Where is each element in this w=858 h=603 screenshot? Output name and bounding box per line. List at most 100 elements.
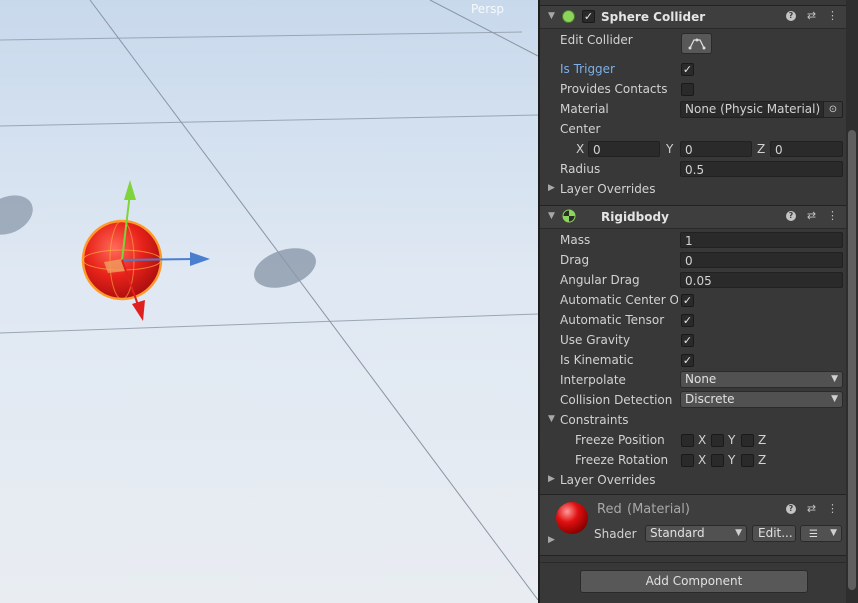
is-kinematic-checkbox[interactable]: ✓ [681,354,694,367]
mass-label: Mass [560,233,591,247]
scene-view[interactable]: Persp [0,0,538,603]
inspector-panel: ▼ ✓ Sphere Collider ? ⇄ ⋮ Edit Collider … [540,0,858,603]
freeze-position-x-checkbox[interactable] [681,434,694,447]
kebab-menu-icon[interactable]: ⋮ [827,209,838,223]
collision-detection-dropdown[interactable]: Discrete ▼ [680,391,843,408]
chevron-down-icon: ▼ [735,528,742,538]
help-icon[interactable]: ? [786,504,796,514]
provides-contacts-checkbox[interactable] [681,83,694,96]
presets-icon[interactable]: ⇄ [806,209,817,223]
scene-grid [0,0,538,601]
shader-value: Standard [650,526,705,540]
auto-center-checkbox[interactable]: ✓ [681,294,694,307]
edit-collider-button[interactable] [681,33,712,54]
provides-contacts-label: Provides Contacts [560,82,668,96]
interpolate-dropdown[interactable]: None ▼ [680,371,843,388]
drag-label: Drag [560,253,590,267]
freeze-position-label: Freeze Position [575,433,665,447]
rigidbody-icon [562,209,576,223]
use-gravity-label: Use Gravity [560,333,631,347]
freeze-rotation-x-checkbox[interactable] [681,454,694,467]
list-icon: ☰ [809,529,818,540]
shader-label: Shader [594,527,637,541]
scene-view-label[interactable]: Persp [471,2,504,16]
freeze-rotation-y-label: Y [728,453,736,467]
material-value: None (Physic Material) [685,102,821,116]
freeze-position-y-checkbox[interactable] [711,434,724,447]
freeze-position-y-label: Y [728,433,736,447]
rigidbody-title: Rigidbody [601,210,669,224]
inspector-scrollbar[interactable] [846,0,858,603]
presets-icon[interactable]: ⇄ [806,9,817,23]
is-trigger-checkbox[interactable]: ✓ [681,63,694,76]
drag-field[interactable]: 0 [680,252,843,268]
interpolate-label: Interpolate [560,373,626,387]
auto-tensor-label: Automatic Tensor [560,313,665,327]
rigidbody-header[interactable]: ▼ Rigidbody ? ⇄ ⋮ [540,205,846,229]
kebab-menu-icon[interactable]: ⋮ [827,502,838,516]
object-picker-icon[interactable]: ⊙ [823,102,842,117]
freeze-rotation-label: Freeze Rotation [575,453,669,467]
is-trigger-label: Is Trigger [560,62,615,76]
sphere-collider-enabled-checkbox[interactable]: ✓ [582,10,595,23]
material-label: Material [560,102,609,116]
angular-drag-label: Angular Drag [560,273,640,287]
center-x-field[interactable]: 0 [588,141,660,157]
freeze-rotation-x-label: X [698,453,707,467]
freeze-rotation-z-checkbox[interactable] [741,454,754,467]
constraints-fold-arrow-icon[interactable]: ▼ [548,414,555,424]
sphere-collider-icon [562,10,575,23]
shader-edit-button[interactable]: Edit... [752,525,796,542]
fold-arrow-icon[interactable]: ▶ [548,535,555,545]
angular-drag-field[interactable]: 0.05 [680,272,843,288]
fold-arrow-icon[interactable]: ▶ [548,183,555,193]
kebab-menu-icon[interactable]: ⋮ [827,9,838,23]
center-z-label: Z [757,142,766,156]
radius-field[interactable]: 0.5 [680,161,843,177]
use-gravity-checkbox[interactable]: ✓ [681,334,694,347]
collider-layer-overrides[interactable]: Layer Overrides [560,180,655,198]
radius-label: Radius [560,162,601,176]
freeze-rotation-y-checkbox[interactable] [711,454,724,467]
freeze-position-x-label: X [698,433,707,447]
center-z-field[interactable]: 0 [770,141,843,157]
material-type: (Material) [627,502,690,517]
shader-options-dropdown[interactable]: ☰ ▼ [800,525,842,542]
auto-center-label: Automatic Center Of I [560,293,678,307]
freeze-position-z-label: Z [758,433,767,447]
material-field[interactable]: None (Physic Material) ⊙ [680,101,843,118]
auto-tensor-checkbox[interactable]: ✓ [681,314,694,327]
presets-icon[interactable]: ⇄ [806,502,817,516]
constraints-foldout[interactable]: Constraints [560,411,628,429]
chevron-down-icon: ▼ [831,374,838,384]
add-component-button[interactable]: Add Component [580,570,808,593]
edit-collider-label: Edit Collider [560,33,633,47]
fold-arrow-icon[interactable]: ▶ [548,474,555,484]
center-x-label: X [576,142,585,156]
separator [540,562,846,563]
collapse-arrow-icon[interactable]: ▼ [548,211,555,221]
shader-dropdown[interactable]: Standard ▼ [645,525,747,542]
is-kinematic-label: Is Kinematic [560,353,634,367]
rigidbody-layer-overrides[interactable]: Layer Overrides [560,471,655,489]
material-preview-sphere [556,502,588,534]
freeze-rotation-z-label: Z [758,453,767,467]
chevron-down-icon: ▼ [831,394,838,404]
scrollbar-thumb[interactable] [848,130,856,590]
edit-collider-icon [688,38,705,50]
help-icon[interactable]: ? [786,211,796,221]
center-label: Center [560,122,601,136]
sphere-collider-title: Sphere Collider [601,10,706,24]
help-icon[interactable]: ? [786,11,796,21]
chevron-down-icon: ▼ [830,528,837,538]
sphere-collider-header[interactable]: ▼ ✓ Sphere Collider ? ⇄ ⋮ [540,5,846,29]
collapse-arrow-icon[interactable]: ▼ [548,11,555,21]
collision-detection-value: Discrete [685,392,735,406]
collision-detection-label: Collision Detection [560,393,673,407]
center-y-label: Y [666,142,674,156]
center-y-field[interactable]: 0 [680,141,752,157]
freeze-position-z-checkbox[interactable] [741,434,754,447]
interpolate-value: None [685,372,717,386]
mass-field[interactable]: 1 [680,232,843,248]
material-name: Red [597,502,622,517]
